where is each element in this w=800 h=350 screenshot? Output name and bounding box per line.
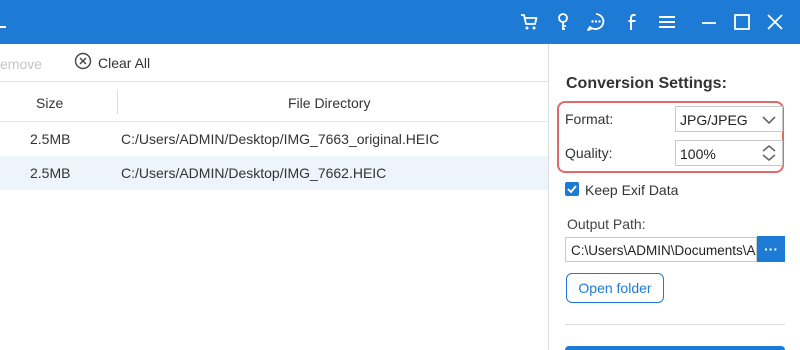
row-path: C:/Users/ADMIN/Desktop/IMG_7663_original… xyxy=(121,131,440,147)
app-edge-mark xyxy=(0,26,6,28)
key-icon[interactable] xyxy=(552,11,574,33)
stepper-arrows-icon[interactable] xyxy=(762,144,776,167)
maximize-icon[interactable] xyxy=(731,11,753,33)
chat-icon[interactable] xyxy=(585,11,607,33)
row-size: 2.5MB xyxy=(30,131,71,147)
file-table: Size File Directory 2.5MB C:/Users/ADMIN… xyxy=(0,82,548,190)
keep-exif-checkbox[interactable] xyxy=(565,182,579,196)
clear-all-label: Clear All xyxy=(98,55,151,71)
settings-title: Conversion Settings: xyxy=(566,75,727,92)
column-header-file-directory[interactable]: File Directory xyxy=(288,95,370,111)
more-dots-icon: ··· xyxy=(764,241,778,257)
clear-all-button[interactable]: Clear All xyxy=(74,52,150,74)
menu-icon[interactable] xyxy=(656,11,678,33)
open-folder-button[interactable]: Open folder xyxy=(566,273,664,303)
table-row[interactable]: 2.5MB C:/Users/ADMIN/Desktop/IMG_7662.HE… xyxy=(0,156,548,190)
output-path-label: Output Path: xyxy=(567,216,646,232)
convert-button-edge[interactable] xyxy=(565,346,785,350)
format-label: Format: xyxy=(565,111,614,127)
browse-button[interactable]: ··· xyxy=(757,236,785,262)
quality-label: Quality: xyxy=(565,145,613,161)
column-divider[interactable] xyxy=(117,90,118,114)
table-row[interactable]: 2.5MB C:/Users/ADMIN/Desktop/IMG_7663_or… xyxy=(0,122,548,156)
format-value: JPG/JPEG xyxy=(680,112,748,128)
quality-value: 100% xyxy=(680,146,716,162)
title-bar xyxy=(0,0,800,44)
facebook-icon[interactable] xyxy=(622,11,644,33)
clear-circle-icon xyxy=(74,52,92,75)
row-size: 2.5MB xyxy=(30,165,71,181)
row-path: C:/Users/ADMIN/Desktop/IMG_7662.HEIC xyxy=(121,165,387,181)
panel-separator xyxy=(565,324,785,325)
checkmark-icon xyxy=(567,185,577,194)
keep-exif-label[interactable]: Keep Exif Data xyxy=(585,182,678,198)
output-path-field[interactable]: C:\Users\ADMIN\Documents\Aiseesoft Studi… xyxy=(565,237,757,262)
file-toolbar: emove Clear All xyxy=(0,44,548,82)
close-icon[interactable] xyxy=(764,11,786,33)
conversion-settings-panel: Conversion Settings: Format: JPG/JPEG Qu… xyxy=(549,44,800,350)
cart-icon[interactable] xyxy=(518,11,540,33)
table-header: Size File Directory xyxy=(0,82,548,122)
format-select[interactable]: JPG/JPEG xyxy=(675,106,783,132)
minimize-icon[interactable] xyxy=(698,11,720,33)
output-path-value: C:\Users\ADMIN\Documents\Aiseesoft Studi… xyxy=(571,243,756,258)
quality-stepper[interactable]: 100% xyxy=(675,140,783,166)
column-header-size[interactable]: Size xyxy=(36,95,63,111)
chevron-down-icon xyxy=(762,113,776,131)
remove-button[interactable]: emove xyxy=(0,56,42,72)
